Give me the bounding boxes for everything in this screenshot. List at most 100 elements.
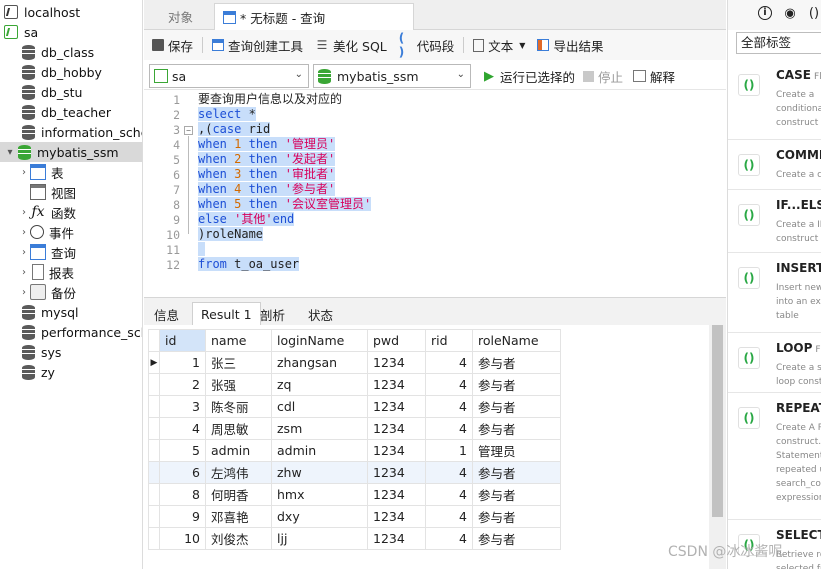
code-snippet-button[interactable]: ( ) 代码段 (393, 31, 461, 59)
cell-loginname[interactable]: zhw (271, 461, 368, 484)
cell-rid[interactable]: 4 (425, 373, 473, 396)
export-result-button[interactable]: 导出结果 (531, 34, 609, 56)
cell-rid[interactable]: 4 (425, 527, 473, 550)
sql-editor[interactable]: 1 2 3 4 5 6 7 8 9 10 11 12 − 要查询用户信息以及对应… (144, 91, 726, 297)
cell-rolename[interactable]: 参与者 (472, 395, 561, 418)
column-header-loginname[interactable]: loginName (271, 329, 368, 352)
chevron-right-icon[interactable]: › (18, 247, 30, 258)
cell-rid[interactable]: 4 (425, 417, 473, 440)
info-icon[interactable]: i (758, 6, 772, 20)
tab-status[interactable]: 状态 (300, 302, 341, 326)
table-row[interactable]: 9 邓喜艳 dxy 1234 4 参与者 (148, 505, 561, 528)
tree-node-sa[interactable]: sa (0, 22, 142, 42)
cell-name[interactable]: admin (205, 439, 272, 462)
cell-pwd[interactable]: 1234 (367, 395, 426, 418)
snippet-filter-select[interactable]: 全部标签 (736, 32, 821, 54)
cell-loginname[interactable]: dxy (271, 505, 368, 528)
tree-node-mysql[interactable]: mysql (0, 302, 142, 322)
cell-loginname[interactable]: zsm (271, 417, 368, 440)
eye-icon[interactable]: ◉ (782, 6, 798, 22)
code-braces-icon[interactable]: () (806, 6, 821, 22)
cell-id[interactable]: 4 (159, 417, 206, 440)
beautify-sql-button[interactable]: ☰ 美化 SQL (309, 34, 393, 56)
cell-name[interactable]: 陈冬丽 (205, 395, 272, 418)
cell-name[interactable]: 何明香 (205, 483, 272, 506)
cell-rolename[interactable]: 参与者 (472, 461, 561, 484)
cell-loginname[interactable]: zhangsan (271, 351, 368, 374)
fold-toggle[interactable]: − (184, 126, 193, 135)
cell-pwd[interactable]: 1234 (367, 505, 426, 528)
table-row[interactable]: 10 刘俊杰 ljj 1234 4 参与者 (148, 527, 561, 550)
cell-id[interactable]: 3 (159, 395, 206, 418)
snippet-item[interactable]: () CASEFlo Create a conditional construct (728, 60, 821, 140)
column-header-id[interactable]: id (159, 329, 206, 352)
cell-name[interactable]: 左鸿伟 (205, 461, 272, 484)
scrollbar-thumb[interactable] (712, 325, 723, 517)
column-header-rid[interactable]: rid (425, 329, 473, 352)
result-vertical-scrollbar[interactable] (709, 325, 726, 569)
cell-loginname[interactable]: hmx (271, 483, 368, 506)
cell-rolename[interactable]: 参与者 (472, 417, 561, 440)
tab-query[interactable]: * 无标题 - 查询 (214, 3, 414, 30)
cell-pwd[interactable]: 1234 (367, 351, 426, 374)
cell-rid[interactable]: 4 (425, 395, 473, 418)
tree-node-events[interactable]: › 事件 (0, 222, 142, 242)
cell-loginname[interactable]: zq (271, 373, 368, 396)
table-row[interactable]: 6 左鸿伟 zhw 1234 4 参与者 (148, 461, 561, 484)
cell-rid[interactable]: 4 (425, 461, 473, 484)
table-row[interactable]: 8 何明香 hmx 1234 4 参与者 (148, 483, 561, 506)
cell-rolename[interactable]: 管理员 (472, 439, 561, 462)
snippet-item[interactable]: () LOOPFlo Create a si loop const (728, 333, 821, 393)
snippet-item[interactable]: () COMMI Create a c (728, 140, 821, 190)
tree-node-queries[interactable]: › 查询 (0, 242, 142, 262)
tree-node-backups[interactable]: › 备份 (0, 282, 142, 302)
tree-node-functions[interactable]: › ƒx 函数 (0, 202, 142, 222)
chevron-down-icon[interactable]: ▾ (4, 147, 16, 158)
cell-rolename[interactable]: 参与者 (472, 527, 561, 550)
explain-button[interactable]: 解释 (627, 65, 681, 87)
tree-node-information-schema[interactable]: information_sche (0, 122, 142, 142)
stop-button[interactable]: 停止 (577, 65, 629, 87)
cell-rolename[interactable]: 参与者 (472, 483, 561, 506)
cell-pwd[interactable]: 1234 (367, 373, 426, 396)
tree-node-reports[interactable]: › 报表 (0, 262, 142, 282)
cell-rolename[interactable]: 参与者 (472, 373, 561, 396)
cell-loginname[interactable]: admin (271, 439, 368, 462)
cell-rid[interactable]: 4 (425, 505, 473, 528)
cell-id[interactable]: 10 (159, 527, 206, 550)
tab-info[interactable]: 信息 (146, 302, 187, 326)
table-row[interactable]: 5 admin admin 1234 1 管理员 (148, 439, 561, 462)
tree-node-localhost[interactable]: localhost (0, 2, 142, 22)
cell-id[interactable]: 1 (159, 351, 206, 374)
text-button[interactable]: 文本 ▼ (467, 34, 531, 56)
tree-node-db-hobby[interactable]: db_hobby (0, 62, 142, 82)
column-header-name[interactable]: name (205, 329, 272, 352)
column-header-rolename[interactable]: roleName (472, 329, 561, 352)
table-row[interactable]: 4 周思敏 zsm 1234 4 参与者 (148, 417, 561, 440)
cell-rolename[interactable]: 参与者 (472, 351, 561, 374)
cell-rid[interactable]: 1 (425, 439, 473, 462)
cell-pwd[interactable]: 1234 (367, 461, 426, 484)
query-builder-button[interactable]: 查询创建工具 (206, 34, 309, 56)
snippet-item[interactable]: () REPEAT Create A R construct. Statement rep… (728, 393, 821, 520)
chevron-right-icon[interactable]: › (18, 287, 30, 298)
tab-objects[interactable]: 对象 (160, 3, 214, 30)
cell-pwd[interactable]: 1234 (367, 483, 426, 506)
cell-rid[interactable]: 4 (425, 483, 473, 506)
snippet-item[interactable]: () IF...ELSE Create a IF construct (728, 190, 821, 253)
cell-pwd[interactable]: 1234 (367, 527, 426, 550)
column-header-pwd[interactable]: pwd (367, 329, 426, 352)
table-row[interactable]: ▶ 1 张三 zhangsan 1234 4 参与者 (148, 351, 561, 374)
tree-node-performance-schema[interactable]: performance_sch (0, 322, 142, 342)
cell-name[interactable]: 刘俊杰 (205, 527, 272, 550)
cell-name[interactable]: 张三 (205, 351, 272, 374)
tree-node-db-stu[interactable]: db_stu (0, 82, 142, 102)
cell-id[interactable]: 8 (159, 483, 206, 506)
result-grid[interactable]: id name loginName pwd rid roleName ▶ 1 张三 z… (144, 325, 709, 569)
cell-id[interactable]: 9 (159, 505, 206, 528)
chevron-right-icon[interactable]: › (18, 167, 30, 178)
cell-name[interactable]: 张强 (205, 373, 272, 396)
save-button[interactable]: 保存 (146, 34, 199, 56)
cell-pwd[interactable]: 1234 (367, 417, 426, 440)
chevron-right-icon[interactable]: › (18, 227, 30, 238)
